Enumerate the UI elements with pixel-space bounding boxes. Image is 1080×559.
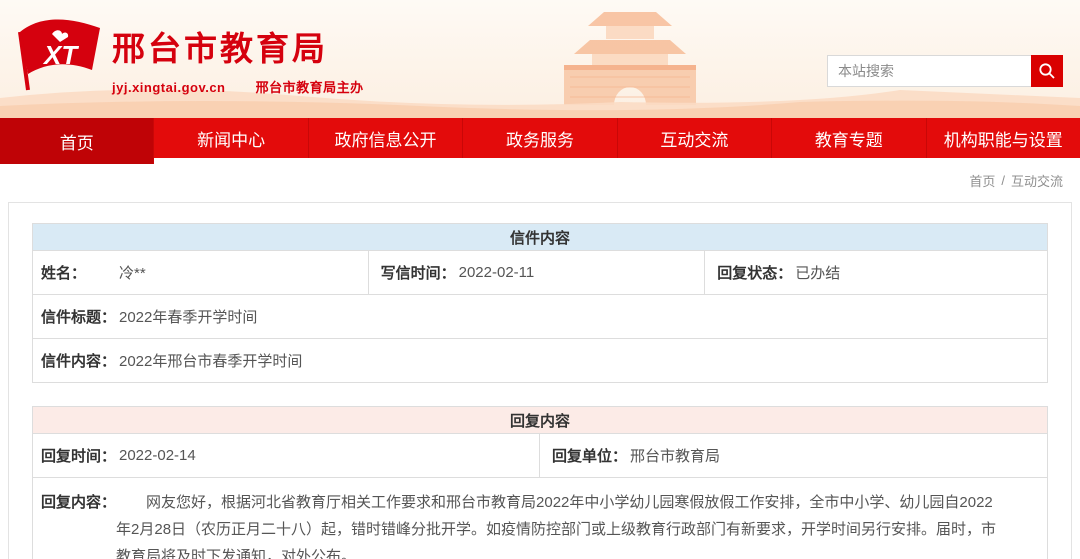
reply-time-value: 2022-02-14 bbox=[119, 447, 196, 464]
reply-unit-cell: 回复单位： 邢台市教育局 bbox=[540, 434, 1047, 477]
reply-table-title: 回复内容 bbox=[33, 407, 1047, 433]
letter-time-value: 2022-02-11 bbox=[459, 264, 535, 281]
reply-content-label: 回复内容： bbox=[33, 489, 116, 516]
reply-time-label: 回复时间： bbox=[41, 445, 119, 466]
site-name: 邢台市教育局 bbox=[112, 22, 364, 70]
breadcrumb-separator: / bbox=[1001, 173, 1005, 188]
letter-time-cell: 写信时间： 2022-02-11 bbox=[369, 251, 706, 294]
table-row: 回复时间： 2022-02-14 回复单位： 邢台市教育局 bbox=[33, 433, 1047, 477]
letter-name-label: 姓名： bbox=[41, 262, 119, 283]
letter-table: 信件内容 姓名： 冷** 写信时间： 2022-02-11 回复状态： 已办结 … bbox=[32, 223, 1048, 383]
nav-item-gov-info[interactable]: 政府信息公开 bbox=[309, 118, 463, 158]
site-logo[interactable]: XT bbox=[14, 12, 104, 92]
letter-name-cell: 姓名： 冷** bbox=[33, 251, 369, 294]
reply-unit-value: 邢台市教育局 bbox=[630, 445, 720, 466]
letter-subject-label: 信件标题： bbox=[41, 306, 119, 327]
nav-item-news[interactable]: 新闻中心 bbox=[154, 118, 308, 158]
search-input[interactable] bbox=[827, 55, 1031, 87]
letter-content-cell: 信件内容： 2022年邢台市春季开学时间 bbox=[33, 339, 1047, 382]
table-row: 信件内容： 2022年邢台市春季开学时间 bbox=[33, 338, 1047, 382]
letter-content-value: 2022年邢台市春季开学时间 bbox=[119, 350, 302, 371]
letter-subject-cell: 信件标题： 2022年春季开学时间 bbox=[33, 295, 1047, 338]
letter-table-title: 信件内容 bbox=[33, 224, 1047, 250]
site-header: XT 邢台市教育局 jyj.xingtai.gov.cn 邢台市教育局主办 bbox=[0, 0, 1080, 118]
site-title-block: 邢台市教育局 jyj.xingtai.gov.cn 邢台市教育局主办 bbox=[112, 22, 364, 96]
nav-item-org-functions[interactable]: 机构职能与设置 bbox=[927, 118, 1080, 158]
search-icon bbox=[1038, 62, 1056, 80]
table-row: 姓名： 冷** 写信时间： 2022-02-11 回复状态： 已办结 bbox=[33, 250, 1047, 294]
nav-item-services[interactable]: 政务服务 bbox=[463, 118, 617, 158]
letter-time-label: 写信时间： bbox=[381, 262, 459, 283]
site-subtitle: jyj.xingtai.gov.cn 邢台市教育局主办 bbox=[112, 77, 364, 96]
nav-item-interaction[interactable]: 互动交流 bbox=[618, 118, 772, 158]
breadcrumb: 首页 / 互动交流 bbox=[0, 158, 1080, 202]
reply-time-cell: 回复时间： 2022-02-14 bbox=[33, 434, 540, 477]
nav-item-home[interactable]: 首页 bbox=[0, 118, 154, 164]
reply-content-row: 回复内容： 网友您好，根据河北省教育厅相关工作要求和邢台市教育局2022年中小学… bbox=[33, 477, 1047, 559]
letter-status-value: 已办结 bbox=[795, 262, 840, 283]
site-sponsor: 邢台市教育局主办 bbox=[256, 80, 364, 95]
site-search bbox=[827, 55, 1063, 87]
letter-status-label: 回复状态： bbox=[717, 262, 795, 283]
table-row: 信件标题： 2022年春季开学时间 bbox=[33, 294, 1047, 338]
breadcrumb-home[interactable]: 首页 bbox=[969, 171, 995, 190]
main-nav: 首页 新闻中心 政府信息公开 政务服务 互动交流 教育专题 机构职能与设置 bbox=[0, 118, 1080, 158]
reply-table: 回复内容 回复时间： 2022-02-14 回复单位： 邢台市教育局 回复内容：… bbox=[32, 406, 1048, 559]
letter-name-value: 冷** bbox=[119, 262, 146, 283]
reply-unit-label: 回复单位： bbox=[552, 445, 630, 466]
letter-subject-value: 2022年春季开学时间 bbox=[119, 306, 257, 327]
breadcrumb-current[interactable]: 互动交流 bbox=[1011, 171, 1063, 190]
letter-content-label: 信件内容： bbox=[41, 350, 119, 371]
site-url: jyj.xingtai.gov.cn bbox=[112, 80, 226, 95]
letter-status-cell: 回复状态： 已办结 bbox=[705, 251, 1047, 294]
logo-xt-text: XT bbox=[42, 40, 79, 70]
reply-content-text: 网友您好，根据河北省教育厅相关工作要求和邢台市教育局2022年中小学幼儿园寒假放… bbox=[116, 489, 1047, 559]
main-content: 信件内容 姓名： 冷** 写信时间： 2022-02-11 回复状态： 已办结 … bbox=[8, 202, 1072, 559]
nav-item-edu-topics[interactable]: 教育专题 bbox=[772, 118, 926, 158]
search-button[interactable] bbox=[1031, 55, 1063, 87]
